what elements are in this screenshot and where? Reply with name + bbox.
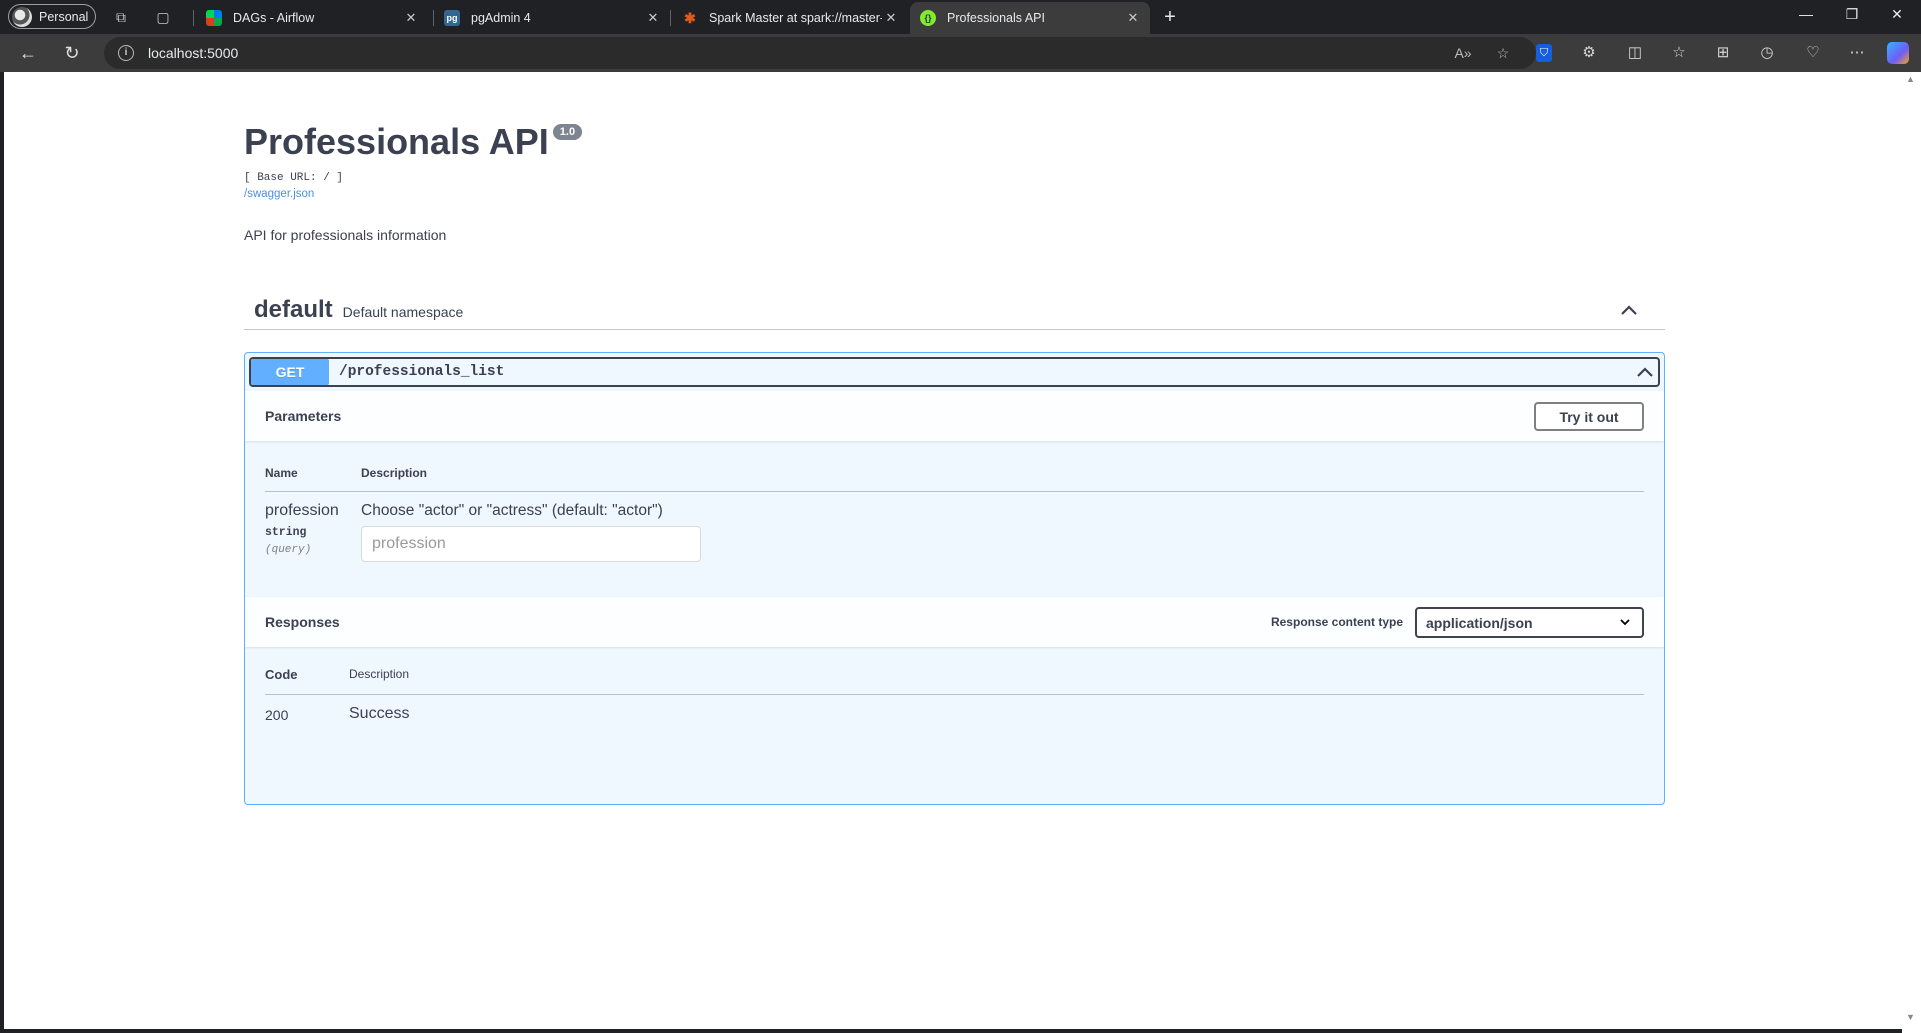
scroll-down-icon[interactable]: ▼ <box>1906 1012 1915 1022</box>
close-icon[interactable]: ✕ <box>882 10 900 26</box>
refresh-icon[interactable]: ↻ <box>62 43 82 63</box>
table-row: profession string (query) Choose "actor"… <box>265 492 1644 582</box>
parameter-location: (query) <box>265 544 312 556</box>
avatar <box>12 6 32 27</box>
site-info-icon[interactable]: i <box>118 45 134 61</box>
browser-tab-strip: Personal ⧉ ▢ DAGs - Airflow ✕ pg pgAdmin… <box>0 0 1921 34</box>
namespace-header[interactable]: default Default namespace <box>244 290 1665 330</box>
tab-title: pgAdmin 4 <box>471 11 531 25</box>
tab-pgadmin[interactable]: pg pgAdmin 4 ✕ <box>434 2 670 34</box>
parameters-table: Name Description profession string (quer… <box>265 458 1644 582</box>
close-window-icon[interactable]: ✕ <box>1886 6 1908 23</box>
api-info: Professionals API 1.0 [ Base URL: / ] /s… <box>244 118 1664 243</box>
column-header-code: Code <box>265 667 298 682</box>
response-content-type-select[interactable]: application/json <box>1415 607 1644 638</box>
pgadmin-icon: pg <box>444 10 460 26</box>
back-icon[interactable]: ← <box>18 43 38 63</box>
close-icon[interactable]: ✕ <box>1124 10 1142 26</box>
api-description: API for professionals information <box>244 227 447 243</box>
more-options-icon[interactable]: ⋯ <box>1846 43 1868 63</box>
page-scrollbar[interactable]: ▲ ▼ <box>1902 72 1921 1033</box>
try-it-out-button[interactable]: Try it out <box>1534 402 1644 431</box>
method-badge: GET <box>251 359 329 385</box>
airflow-icon <box>206 10 222 26</box>
operation-path: /professionals_list <box>339 364 505 380</box>
address-bar[interactable]: i localhost:5000 A» ☆ <box>104 37 1536 69</box>
history-icon[interactable]: ◷ <box>1756 43 1778 63</box>
responses-table: Code Description 200 Success <box>265 659 1644 739</box>
tab-professionals-api[interactable]: {} Professionals API ✕ <box>910 2 1150 34</box>
tab-separator <box>193 10 194 26</box>
close-icon[interactable]: ✕ <box>644 10 662 26</box>
operation-block: GET /professionals_list Parameters Try i… <box>244 352 1665 805</box>
swagger-icon: {} <box>920 10 936 26</box>
namespace-description: Default namespace <box>342 303 464 320</box>
url-text[interactable]: localhost:5000 <box>148 45 238 61</box>
parameters-title: Parameters <box>265 408 342 424</box>
chevron-down-icon <box>1620 619 1630 626</box>
column-header-name: Name <box>265 466 298 480</box>
vertical-tabs-icon[interactable]: ▢ <box>154 8 172 26</box>
new-tab-icon[interactable]: + <box>1159 6 1181 29</box>
profile-label: Personal <box>39 9 89 24</box>
minimize-icon[interactable]: — <box>1795 6 1817 22</box>
responses-header: Responses Response content type applicat… <box>245 597 1664 647</box>
favorite-star-icon[interactable]: ☆ <box>1492 45 1514 62</box>
parameter-name: profession <box>265 502 339 519</box>
scroll-up-icon[interactable]: ▲ <box>1906 74 1915 84</box>
favorites-icon[interactable]: ☆ <box>1668 43 1690 63</box>
page-viewport: Professionals API 1.0 [ Base URL: / ] /s… <box>4 72 1902 1029</box>
column-header-description: Description <box>349 667 410 681</box>
response-description: Success <box>349 705 410 722</box>
table-row: 200 Success <box>265 695 1644 739</box>
response-content-type-label: Response content type <box>1270 615 1403 629</box>
tab-spark[interactable]: ✱ Spark Master at spark://master-s ✕ <box>672 2 908 34</box>
copilot-icon[interactable] <box>1887 42 1909 64</box>
selected-content-type: application/json <box>1426 614 1533 631</box>
operation-summary[interactable]: GET /professionals_list <box>249 357 1660 387</box>
split-screen-icon[interactable]: ◫ <box>1624 43 1646 63</box>
version-badge: 1.0 <box>552 124 583 140</box>
column-header-description: Description <box>361 466 428 480</box>
parameters-header: Parameters Try it out <box>245 391 1664 441</box>
tab-title: Professionals API <box>947 11 1045 25</box>
namespace-name: default <box>254 295 333 323</box>
profile-button[interactable]: Personal <box>8 4 96 29</box>
workspaces-icon[interactable]: ⧉ <box>112 8 130 26</box>
swagger-json-link[interactable]: /swagger.json <box>244 188 1664 200</box>
restore-icon[interactable]: ❐ <box>1841 6 1863 23</box>
spark-icon: ✱ <box>684 9 696 26</box>
tab-airflow[interactable]: DAGs - Airflow ✕ <box>196 2 428 34</box>
tab-title: DAGs - Airflow <box>233 11 315 25</box>
collections-icon[interactable]: ⊞ <box>1712 43 1734 63</box>
performance-icon[interactable]: ♡ <box>1802 43 1824 63</box>
parameter-description: Choose "actor" or "actress" (default: "a… <box>361 502 663 519</box>
browser-toolbar: ← ↻ i localhost:5000 A» ☆ ⛉ ⚙ ◫ ☆ ⊞ ◷ ♡ … <box>0 34 1921 72</box>
read-aloud-icon[interactable]: A» <box>1452 45 1474 61</box>
response-code: 200 <box>265 707 289 723</box>
close-icon[interactable]: ✕ <box>402 10 420 26</box>
bitwarden-icon[interactable]: ⛉ <box>1536 44 1552 62</box>
extensions-icon[interactable]: ⚙ <box>1578 43 1600 63</box>
page-title: Professionals API <box>244 121 549 162</box>
tab-separator <box>670 10 671 26</box>
tab-title: Spark Master at spark://master-s <box>709 11 882 25</box>
chevron-up-icon[interactable] <box>1634 361 1656 383</box>
chevron-up-icon[interactable] <box>1619 300 1639 320</box>
responses-title: Responses <box>265 614 340 630</box>
base-url: [ Base URL: / ] <box>244 172 344 184</box>
profession-input[interactable] <box>361 526 701 562</box>
parameter-type: string <box>265 526 307 539</box>
